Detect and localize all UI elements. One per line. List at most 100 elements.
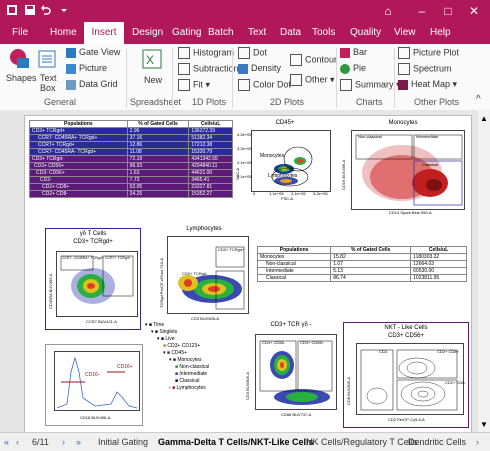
cd45-plot-area[interactable]: Monocytes Lymphocytes: [251, 130, 331, 192]
table-row: CD2+ CD8- 34.25 15352.27: [29, 190, 233, 198]
gate-label: CD3+ CD56+: [300, 340, 325, 345]
minimize-button[interactable]: –: [410, 0, 434, 22]
next-page-icon[interactable]: ›: [62, 435, 65, 449]
menu-help[interactable]: Help: [430, 22, 451, 44]
group-general: General: [44, 97, 77, 107]
lymphocytes-plot-area[interactable]: CD3+ TCRgd+ CD3+ TCRgd-: [167, 236, 249, 314]
gate-label: CD2-: [379, 349, 389, 354]
tree-node[interactable]: ■ Classical: [175, 378, 199, 384]
gate-label-lymphocytes: Lymphocytes: [268, 173, 298, 179]
gate-label: CCR7- CD45RA+ TCRgd+: [62, 256, 104, 260]
axis-label-y: SSC-A: [235, 167, 240, 180]
gate-tree[interactable]: ▾ ■ Time ▾ ■ Singlets ▾ ■ Live ■ CD3+ CD…: [145, 322, 255, 391]
picture-plot-button[interactable]: Picture Plot: [398, 47, 459, 59]
tree-node[interactable]: ▾ ■ Singlets: [151, 329, 177, 335]
menu-home[interactable]: Home: [50, 22, 77, 44]
tab-dendritic-cells[interactable]: Dendritic Cells: [408, 435, 466, 449]
tree-node[interactable]: ■ CD3+ CD123+: [163, 343, 200, 349]
nkt-plot-area[interactable]: CD2- CD2+ CD8+ CD2+ CD8-: [356, 343, 466, 415]
tab-initial-gating[interactable]: Initial Gating: [98, 435, 148, 449]
gate-label: CD2+ CD8+: [437, 349, 459, 354]
axis-label-x: CD16 BUV496-A: [80, 415, 111, 420]
gdt-plot-area[interactable]: CCR7- CD45RA+ TCRgd+ CCR7+ TCRgd+: [56, 251, 138, 317]
bar-chart-button[interactable]: Bar: [340, 47, 367, 58]
menu-tools[interactable]: Tools: [312, 22, 335, 44]
monocytes-plot-area[interactable]: Non-classical Intermediate Classical: [351, 130, 465, 210]
text-box-button[interactable]: [38, 50, 56, 70]
tree-node[interactable]: ▾ ■ Monocytes: [169, 357, 202, 363]
scroll-up-icon[interactable]: ▲: [480, 114, 488, 123]
menu-data[interactable]: Data: [280, 22, 301, 44]
color-dot-button[interactable]: Color Dot: [238, 79, 291, 91]
ribbon-options-icon[interactable]: ⌂: [376, 0, 400, 22]
tree-node[interactable]: ■ Intermediate: [175, 371, 207, 377]
gate-label-intermediate: Intermediate: [416, 134, 439, 139]
collapse-ribbon-icon[interactable]: ^: [476, 94, 481, 105]
subtraction-button[interactable]: Subtraction: [178, 63, 239, 75]
fit-icon: [178, 79, 190, 91]
last-page-icon[interactable]: »: [76, 435, 81, 449]
tree-node[interactable]: ■ Non-classical: [175, 364, 209, 370]
gate-label: CD3+ TCRgd+: [218, 247, 245, 252]
fit-button[interactable]: Fit ▾: [178, 79, 210, 91]
picture-plot-icon: [398, 47, 410, 59]
cd16-histogram-panel[interactable]: CD16- CD16+ CD16 BUV496-A: [45, 344, 143, 426]
summary-button[interactable]: Summary ▾: [340, 79, 401, 91]
menu-insert[interactable]: Insert: [84, 22, 124, 44]
page-tabs: « ‹ 6/11 › » Initial Gating Gamma-Delta …: [0, 432, 490, 451]
dropdown-icon[interactable]: [58, 4, 70, 16]
tab-gamma-delta[interactable]: Gamma-Delta T Cells/NKT-Like Cells: [158, 435, 314, 449]
tree-node[interactable]: › ■ Lymphocytes: [169, 385, 206, 391]
menu-gating[interactable]: Gating: [172, 22, 201, 44]
menu-batch[interactable]: Batch: [208, 22, 234, 44]
heat-map-button[interactable]: Heat Map ▾: [398, 79, 457, 90]
histogram-button[interactable]: Histogram: [178, 47, 234, 59]
vertical-scrollbar[interactable]: ▲ ▼: [478, 110, 490, 432]
menu-design[interactable]: Design: [132, 22, 163, 44]
tree-node[interactable]: ▾ ■ Time: [145, 322, 164, 328]
dot-plot-button[interactable]: Dot: [238, 47, 267, 59]
cd45-plot-panel[interactable]: CD45+ Monocytes Lymphocytes 4.2e+05 3.2e…: [235, 120, 333, 201]
data-grid-button[interactable]: Data Grid: [66, 79, 118, 90]
menu-view[interactable]: View: [394, 22, 416, 44]
monocytes-plot-panel[interactable]: Monocytes Non-classical Intermediate Cla…: [339, 120, 467, 220]
cd16-histogram-area[interactable]: CD16- CD16+: [54, 351, 140, 411]
first-page-icon[interactable]: «: [4, 435, 9, 449]
ribbon-divider: [336, 48, 337, 108]
other-2d-button[interactable]: Other ▾: [290, 74, 335, 86]
nkt-plot-panel[interactable]: NKT - Like Cells CD3+ CD56+ CD2- CD2+ CD…: [343, 322, 469, 428]
plot-title: γδ T Cells: [79, 231, 107, 237]
save-icon[interactable]: [24, 4, 36, 16]
lymphocytes-plot-panel[interactable]: Lymphocytes CD3+ TCRgd+ CD3+ TCRgd- CD3 …: [157, 226, 251, 326]
gate-label: CD2+ CD8-: [445, 380, 466, 385]
prev-page-icon[interactable]: ‹: [16, 435, 19, 449]
restore-button[interactable]: □: [436, 0, 460, 22]
gdt-plot-panel[interactable]: γδ T Cells CD3+ TCRgd+ CCR7- CD45RA+ TCR…: [45, 228, 141, 330]
cd3-tcr-plot-area[interactable]: CD3+ CD56- CD3+ CD56+: [255, 334, 337, 410]
plot-title: CD45+: [275, 120, 295, 126]
spectrum-button[interactable]: Spectrum: [398, 63, 452, 75]
cd3-tcr-plot-panel[interactable]: CD3+ TCR γδ - CD3+ CD56- CD3+ CD56+ CD56…: [243, 322, 339, 422]
pie-chart-button[interactable]: Pie: [340, 63, 366, 74]
tab-nk-cells[interactable]: NK Cells/Regulatory T Cells: [306, 435, 417, 449]
new-spreadsheet-button[interactable]: X: [142, 49, 162, 71]
table-row: CD3+ CD56+ 96.93 4294840.11: [29, 162, 233, 170]
menu-quality[interactable]: Quality: [350, 22, 381, 44]
shapes-button[interactable]: [6, 48, 32, 72]
menu-file[interactable]: File: [12, 22, 28, 44]
scroll-down-icon[interactable]: ▼: [480, 420, 488, 429]
undo-icon[interactable]: [40, 4, 52, 16]
contour-button[interactable]: Contour: [290, 54, 337, 66]
gdt-scatter: [60, 255, 134, 304]
tab-scroll-right-icon[interactable]: ›: [476, 435, 479, 449]
density-plot-button[interactable]: Density: [238, 63, 281, 74]
menu-text[interactable]: Text: [248, 22, 266, 44]
tree-node[interactable]: ▾ ■ CD45+: [163, 350, 187, 356]
gate-view-button[interactable]: Gate View: [66, 47, 120, 58]
workspace: Populations % of Gated Cells Cells/uL CD…: [0, 110, 490, 433]
picture-button[interactable]: Picture: [66, 63, 107, 74]
monocytes-scatter: [355, 134, 463, 206]
table-row: CD2+ CD8+ 52.05 23327.81: [29, 183, 233, 191]
close-button[interactable]: ✕: [462, 0, 486, 22]
tree-node[interactable]: ▾ ■ Live: [157, 336, 175, 342]
